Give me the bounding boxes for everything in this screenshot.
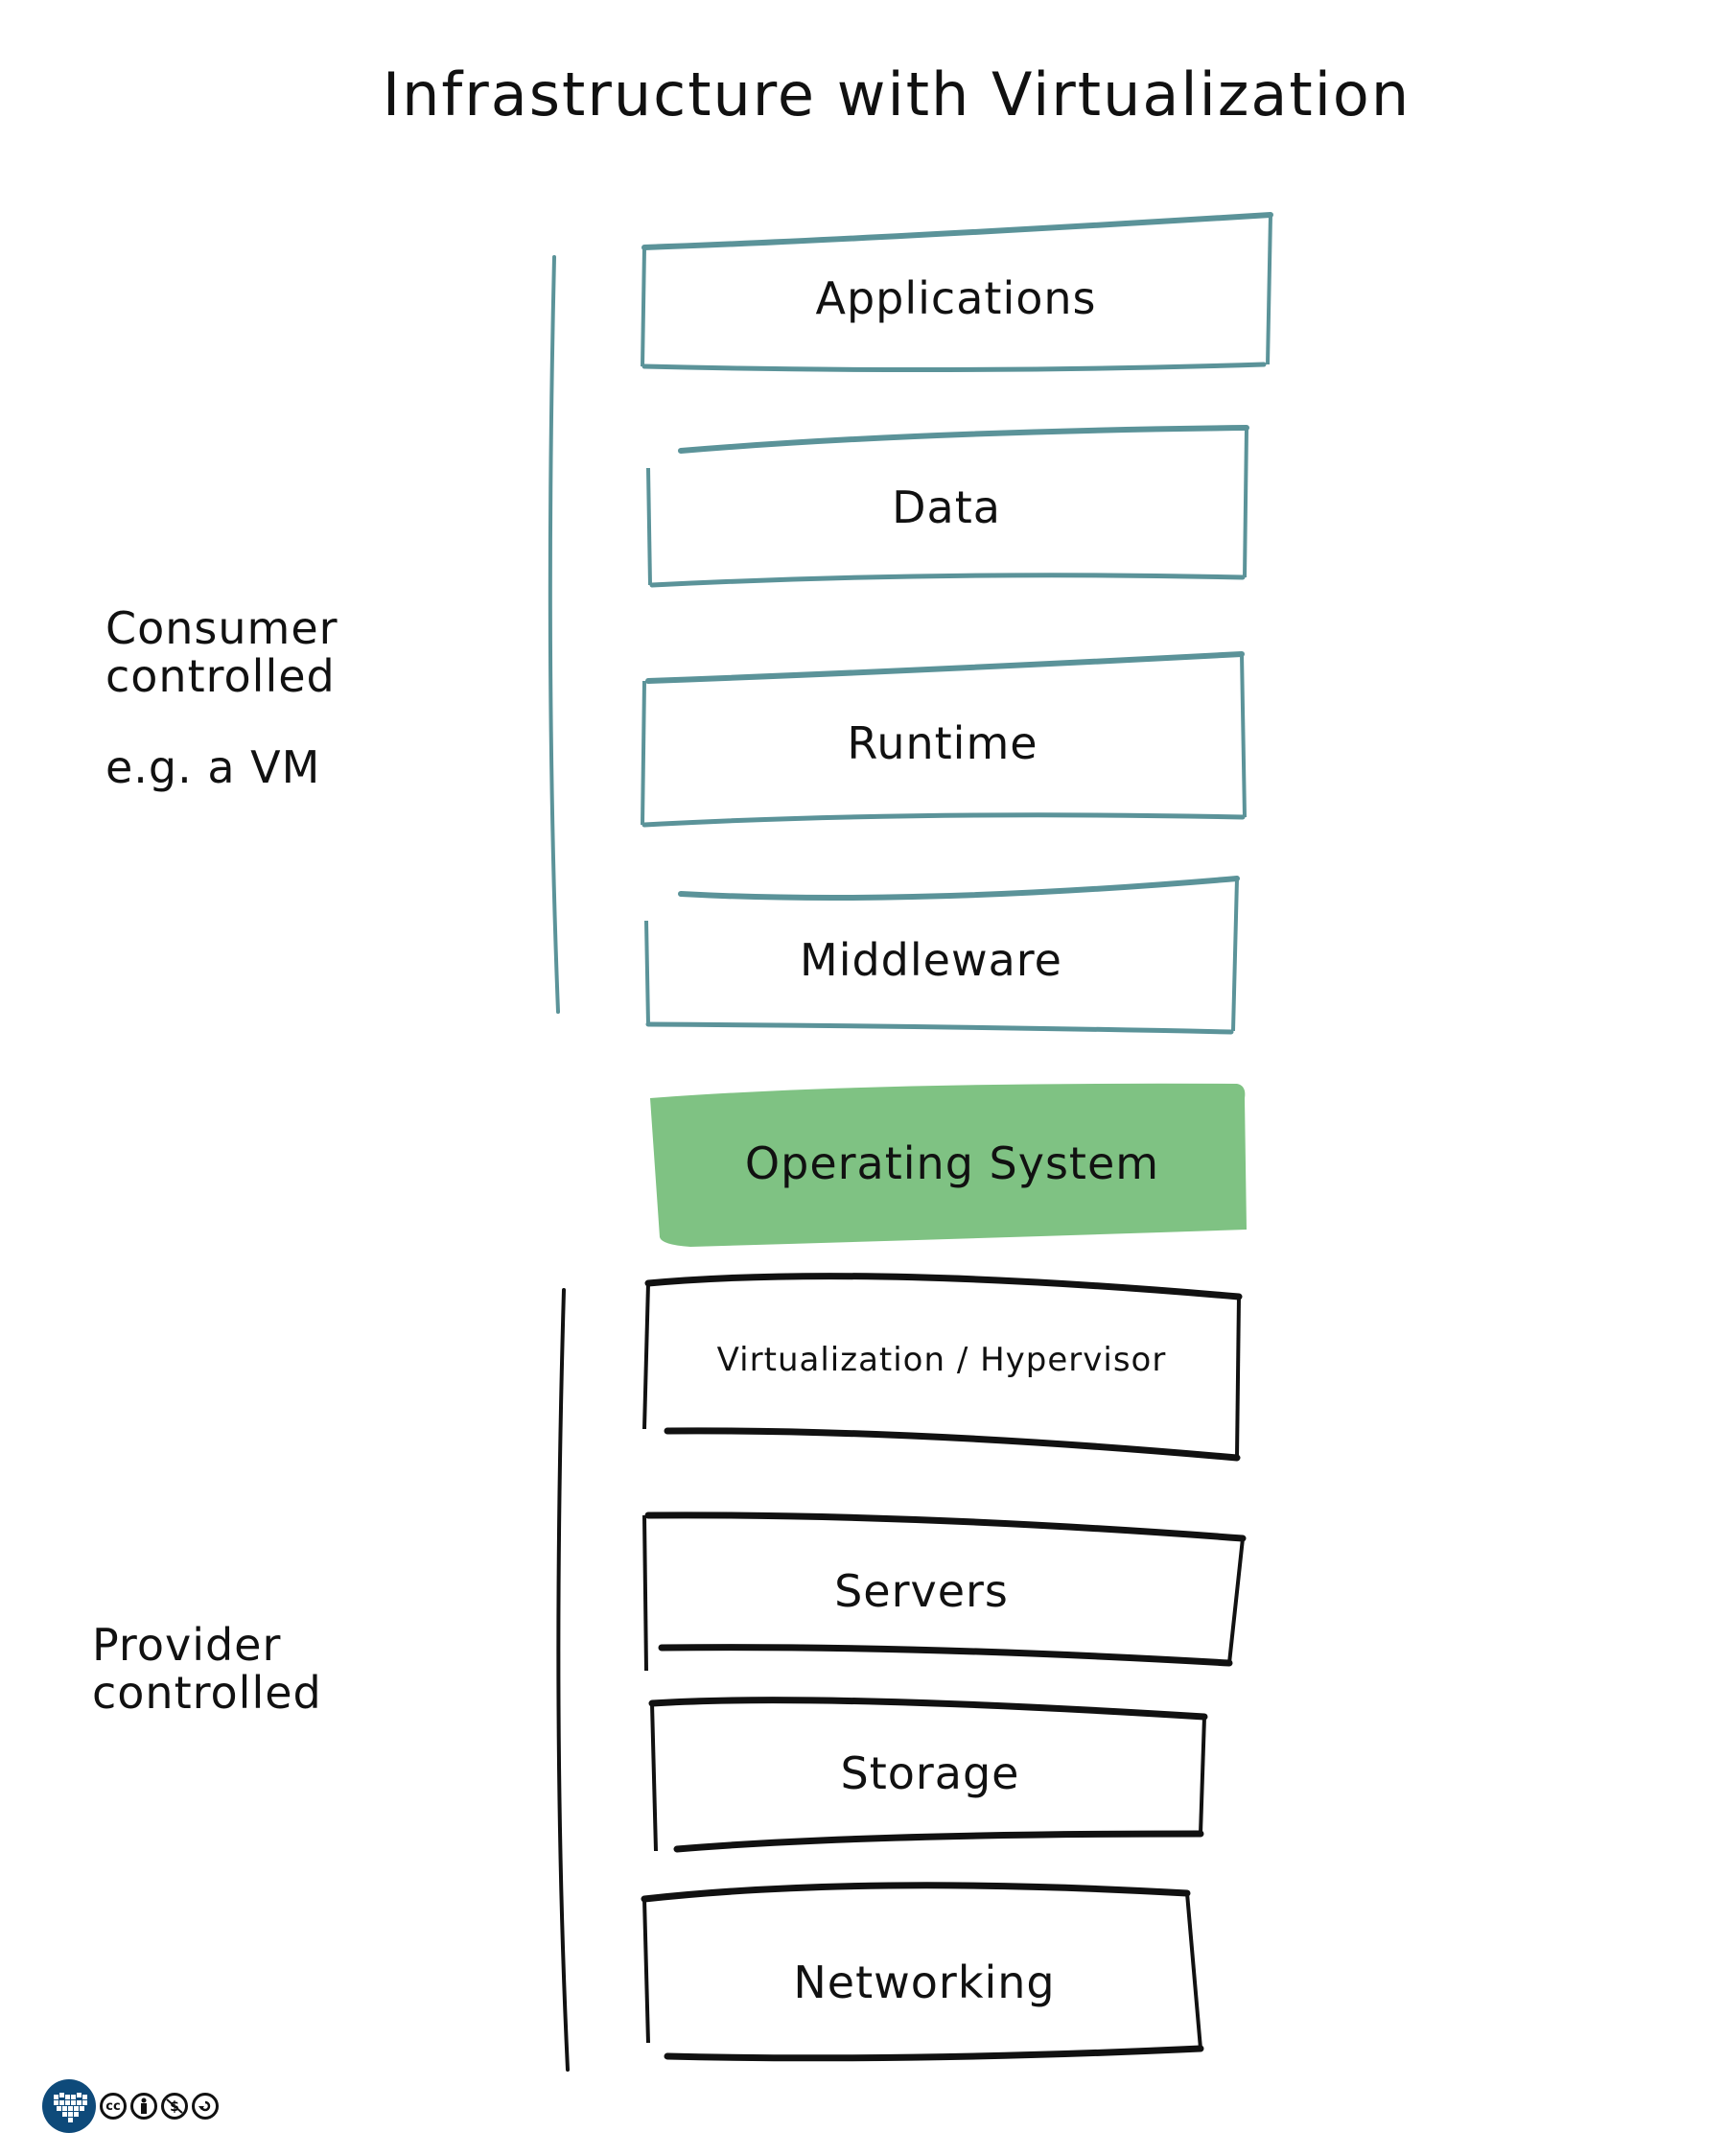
provider-label-line1: Provider [92, 1619, 282, 1671]
consumer-label-line1: Consumer [105, 602, 338, 654]
consumer-controlled-label: Consumer controlled [105, 604, 338, 700]
layer-label-servers: Servers [834, 1565, 1009, 1617]
layer-label-middleware: Middleware [800, 934, 1062, 986]
by-icon [130, 2093, 157, 2120]
layer-label-virtualization: Virtualization / Hypervisor [716, 1341, 1167, 1379]
layer-label-operating-system: Operating System [744, 1137, 1160, 1189]
nc-icon: $ [161, 2093, 188, 2120]
consumer-example-label: e.g. a VM [105, 741, 321, 793]
layer-label-runtime: Runtime [847, 717, 1038, 769]
consumer-bracket [548, 255, 560, 1014]
provider-bracket [556, 1288, 570, 2072]
layer-label-storage: Storage [840, 1747, 1020, 1799]
layer-label-networking: Networking [793, 1957, 1056, 2008]
provider-controlled-label: Provider controlled [92, 1621, 322, 1717]
provider-label-line2: controlled [92, 1667, 322, 1719]
heart-logo-icon [42, 2079, 96, 2133]
consumer-label-line2: controlled [105, 650, 336, 702]
cc-icon: cc [100, 2093, 127, 2120]
layer-label-data: Data [892, 481, 1001, 533]
license-badge[interactable]: cc $ [42, 2079, 219, 2133]
sa-icon [192, 2093, 219, 2120]
layer-label-applications: Applications [815, 272, 1097, 324]
